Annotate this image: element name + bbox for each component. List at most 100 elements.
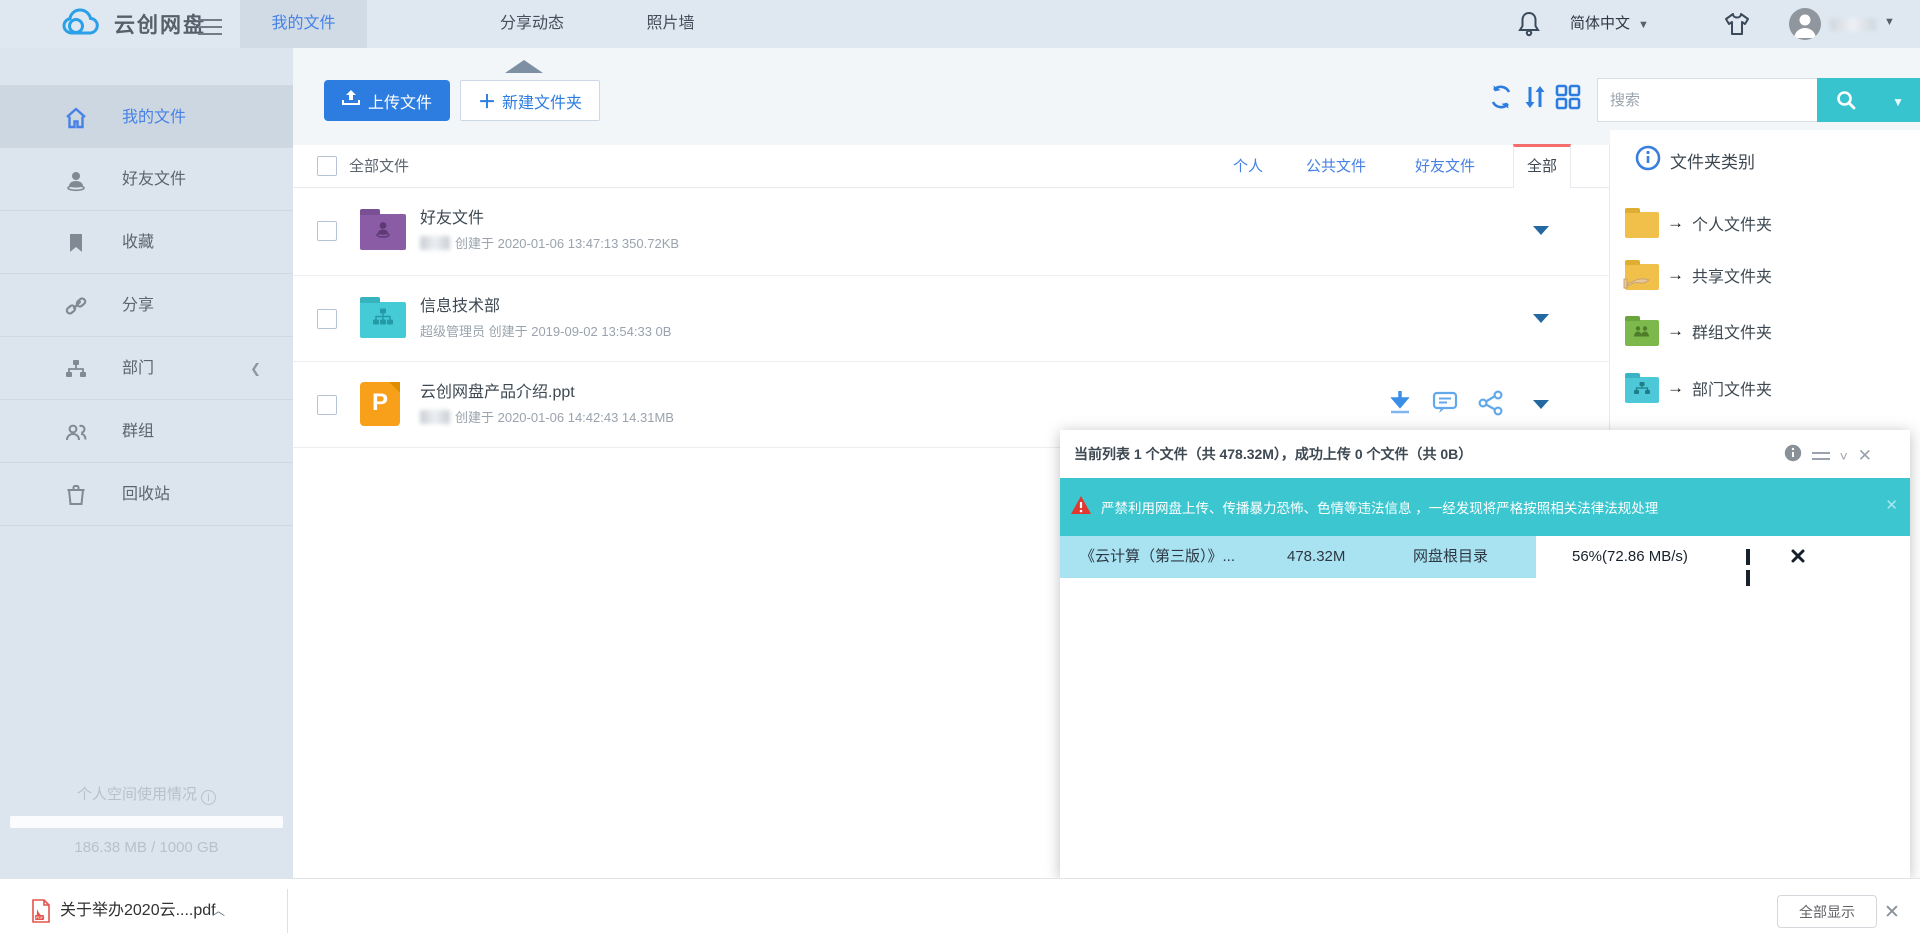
comment-icon[interactable] bbox=[1432, 391, 1458, 420]
sort-order-icon[interactable] bbox=[1523, 84, 1547, 115]
grid-view-icon[interactable] bbox=[1555, 84, 1581, 115]
info-filled-icon[interactable] bbox=[1784, 444, 1802, 467]
legend-shared-folder[interactable]: → 共享文件夹 bbox=[1625, 260, 1772, 290]
owner-name-redacted bbox=[420, 236, 450, 250]
share-icon[interactable] bbox=[1478, 390, 1504, 421]
close-icon[interactable]: ✕ bbox=[1858, 446, 1872, 466]
filter-tab-public[interactable]: 公共文件 bbox=[1306, 145, 1366, 188]
svg-text:PDF: PDF bbox=[36, 915, 45, 920]
sidebar: 我的文件 好友文件 收藏 分享 部门 ❮ 群组 回收站 个人 bbox=[0, 48, 293, 878]
arrow-icon: → bbox=[1667, 265, 1684, 285]
upload-icon bbox=[342, 90, 360, 111]
file-row-friend-files[interactable]: 好友文件 创建于 2020-01-06 13:47:13 350.72KB bbox=[293, 188, 1610, 276]
sidebar-item-shares[interactable]: 分享 bbox=[0, 274, 293, 337]
sidebar-item-friend-files[interactable]: 好友文件 bbox=[0, 148, 293, 211]
download-icon[interactable] bbox=[1388, 390, 1412, 421]
legend-group-folder[interactable]: → 群组文件夹 bbox=[1625, 316, 1772, 346]
download-bottom-bar: PDF 关于举办2020云....pdf ︿ 全部显示 ✕ bbox=[0, 878, 1920, 942]
tab-photo-wall[interactable]: 照片墙 bbox=[607, 0, 734, 48]
teal-folder-icon bbox=[1625, 377, 1659, 403]
folder-friends-icon bbox=[360, 208, 406, 250]
file-name[interactable]: 信息技术部 bbox=[420, 292, 500, 316]
pause-icon[interactable] bbox=[1746, 549, 1760, 565]
user-menu-chevron-icon[interactable]: ▼ bbox=[1884, 16, 1895, 28]
pdf-file-icon: PDF bbox=[30, 899, 52, 928]
theme-skin-icon[interactable] bbox=[1724, 11, 1750, 42]
arrow-icon: → bbox=[1667, 321, 1684, 341]
tab-my-files[interactable]: 我的文件 bbox=[240, 0, 367, 48]
sidebar-item-recycle-bin[interactable]: 回收站 bbox=[0, 463, 293, 526]
row-checkbox[interactable] bbox=[317, 309, 337, 329]
search-input[interactable] bbox=[1598, 79, 1817, 121]
row-checkbox[interactable] bbox=[317, 221, 337, 241]
yellow-folder-icon bbox=[1625, 212, 1659, 238]
file-name[interactable]: 好友文件 bbox=[420, 204, 484, 228]
app-title: 云创网盘 bbox=[114, 9, 206, 39]
file-meta: 超级管理员 创建于 2019-09-02 13:54:33 0B bbox=[420, 321, 671, 340]
cancel-upload-icon[interactable] bbox=[1790, 548, 1806, 569]
green-folder-icon bbox=[1625, 320, 1659, 346]
collapse-chevron-icon[interactable]: ˅ bbox=[1840, 448, 1848, 464]
upload-file-button[interactable]: 上传文件 bbox=[324, 80, 450, 121]
search-button[interactable]: ▼ bbox=[1817, 78, 1920, 122]
popup-header: 当前列表 1 个文件（共 478.32M），成功上传 0 个文件（共 0B） ˅… bbox=[1060, 430, 1910, 478]
filter-tab-all[interactable]: 全部 bbox=[1513, 144, 1571, 188]
home-icon bbox=[64, 106, 88, 130]
downloaded-file-label[interactable]: 关于举办2020云....pdf bbox=[60, 879, 216, 942]
warning-close-icon[interactable]: ✕ bbox=[1885, 496, 1898, 514]
row-menu-caret-icon[interactable] bbox=[1533, 400, 1549, 409]
storage-usage-text: 186.38 MB / 1000 GB bbox=[0, 839, 293, 856]
user-avatar[interactable] bbox=[1789, 8, 1821, 40]
upload-warning-banner: 严禁利用网盘上传、传播暴力恐怖、色情等违法信息 ，一经发现将严格按照相关法律法规… bbox=[1060, 478, 1910, 536]
menu-toggle-icon[interactable] bbox=[198, 14, 222, 34]
popup-header-actions: ˅ ✕ bbox=[1784, 444, 1872, 467]
file-menu-chevron-icon[interactable]: ︿ bbox=[212, 879, 225, 942]
upload-progress-popup: 当前列表 1 个文件（共 478.32M），成功上传 0 个文件（共 0B） ˅… bbox=[1060, 430, 1910, 878]
username-redacted[interactable] bbox=[1830, 18, 1876, 31]
show-all-button[interactable]: 全部显示 bbox=[1777, 895, 1877, 928]
warning-triangle-icon bbox=[1070, 495, 1092, 520]
sidebar-item-groups[interactable]: 群组 bbox=[0, 400, 293, 463]
info-icon[interactable]: i bbox=[201, 790, 216, 805]
search-options-chevron-icon[interactable]: ▼ bbox=[1892, 95, 1904, 109]
cloud-drive-app: 云创网盘 我的文件 分享动态 照片墙 简体中文▼ ▼ 我的文件 好友文件 bbox=[0, 0, 1920, 942]
file-row-it-department[interactable]: 信息技术部 超级管理员 创建于 2019-09-02 13:54:33 0B bbox=[293, 276, 1610, 362]
legend-personal-folder[interactable]: → 个人文件夹 bbox=[1625, 208, 1772, 238]
divider bbox=[287, 889, 288, 933]
notifications-bell-icon[interactable] bbox=[1516, 11, 1542, 42]
sidebar-item-favorites[interactable]: 收藏 bbox=[0, 211, 293, 274]
file-meta: 创建于 2020-01-06 13:47:13 350.72KB bbox=[420, 233, 679, 252]
callout-arrow bbox=[505, 60, 543, 73]
row-checkbox[interactable] bbox=[317, 395, 337, 415]
file-list-header: 全部文件 个人 公共文件 好友文件 全部 bbox=[293, 145, 1610, 188]
arrow-icon: → bbox=[1667, 378, 1684, 398]
search-icon bbox=[1835, 89, 1857, 114]
filter-tab-friends[interactable]: 好友文件 bbox=[1415, 145, 1475, 188]
file-meta: 创建于 2020-01-06 14:42:43 14.31MB bbox=[420, 407, 674, 426]
tab-share-activity[interactable]: 分享动态 bbox=[467, 0, 597, 48]
row-menu-caret-icon[interactable] bbox=[1533, 314, 1549, 323]
panel-title: 文件夹类别 bbox=[1635, 145, 1755, 176]
person-icon bbox=[64, 168, 88, 192]
users-icon bbox=[64, 420, 88, 444]
language-selector[interactable]: 简体中文▼ bbox=[1570, 0, 1649, 48]
sidebar-item-departments[interactable]: 部门 ❮ bbox=[0, 337, 293, 400]
filter-tab-personal[interactable]: 个人 bbox=[1233, 145, 1263, 188]
file-name[interactable]: 云创网盘产品介绍.ppt bbox=[420, 378, 575, 402]
upload-item-row: 《云计算（第三版）》... 478.32M 网盘根目录 56%(72.86 MB… bbox=[1060, 536, 1910, 578]
close-bar-icon[interactable]: ✕ bbox=[1884, 901, 1900, 924]
collapse-chevron-icon[interactable]: ❮ bbox=[250, 337, 261, 400]
top-bar: 云创网盘 我的文件 分享动态 照片墙 简体中文▼ ▼ bbox=[0, 0, 1920, 48]
select-all-checkbox[interactable] bbox=[317, 156, 337, 176]
minimize-list-icon[interactable] bbox=[1812, 448, 1830, 464]
link-icon bbox=[64, 294, 88, 318]
search-box bbox=[1597, 78, 1817, 122]
sidebar-item-my-files[interactable]: 我的文件 bbox=[0, 85, 293, 148]
warning-text: 严禁利用网盘上传、传播暴力恐怖、色情等违法信息 ，一经发现将严格按照相关法律法规… bbox=[1101, 497, 1658, 517]
refresh-icon[interactable] bbox=[1488, 84, 1514, 115]
new-folder-button[interactable]: ＋ 新建文件夹 bbox=[460, 80, 600, 121]
legend-department-folder[interactable]: → 部门文件夹 bbox=[1625, 373, 1772, 403]
row-menu-caret-icon[interactable] bbox=[1533, 226, 1549, 235]
upload-target-folder: 网盘根目录 bbox=[1413, 536, 1488, 578]
upload-file-name: 《云计算（第三版）》... bbox=[1080, 536, 1235, 578]
